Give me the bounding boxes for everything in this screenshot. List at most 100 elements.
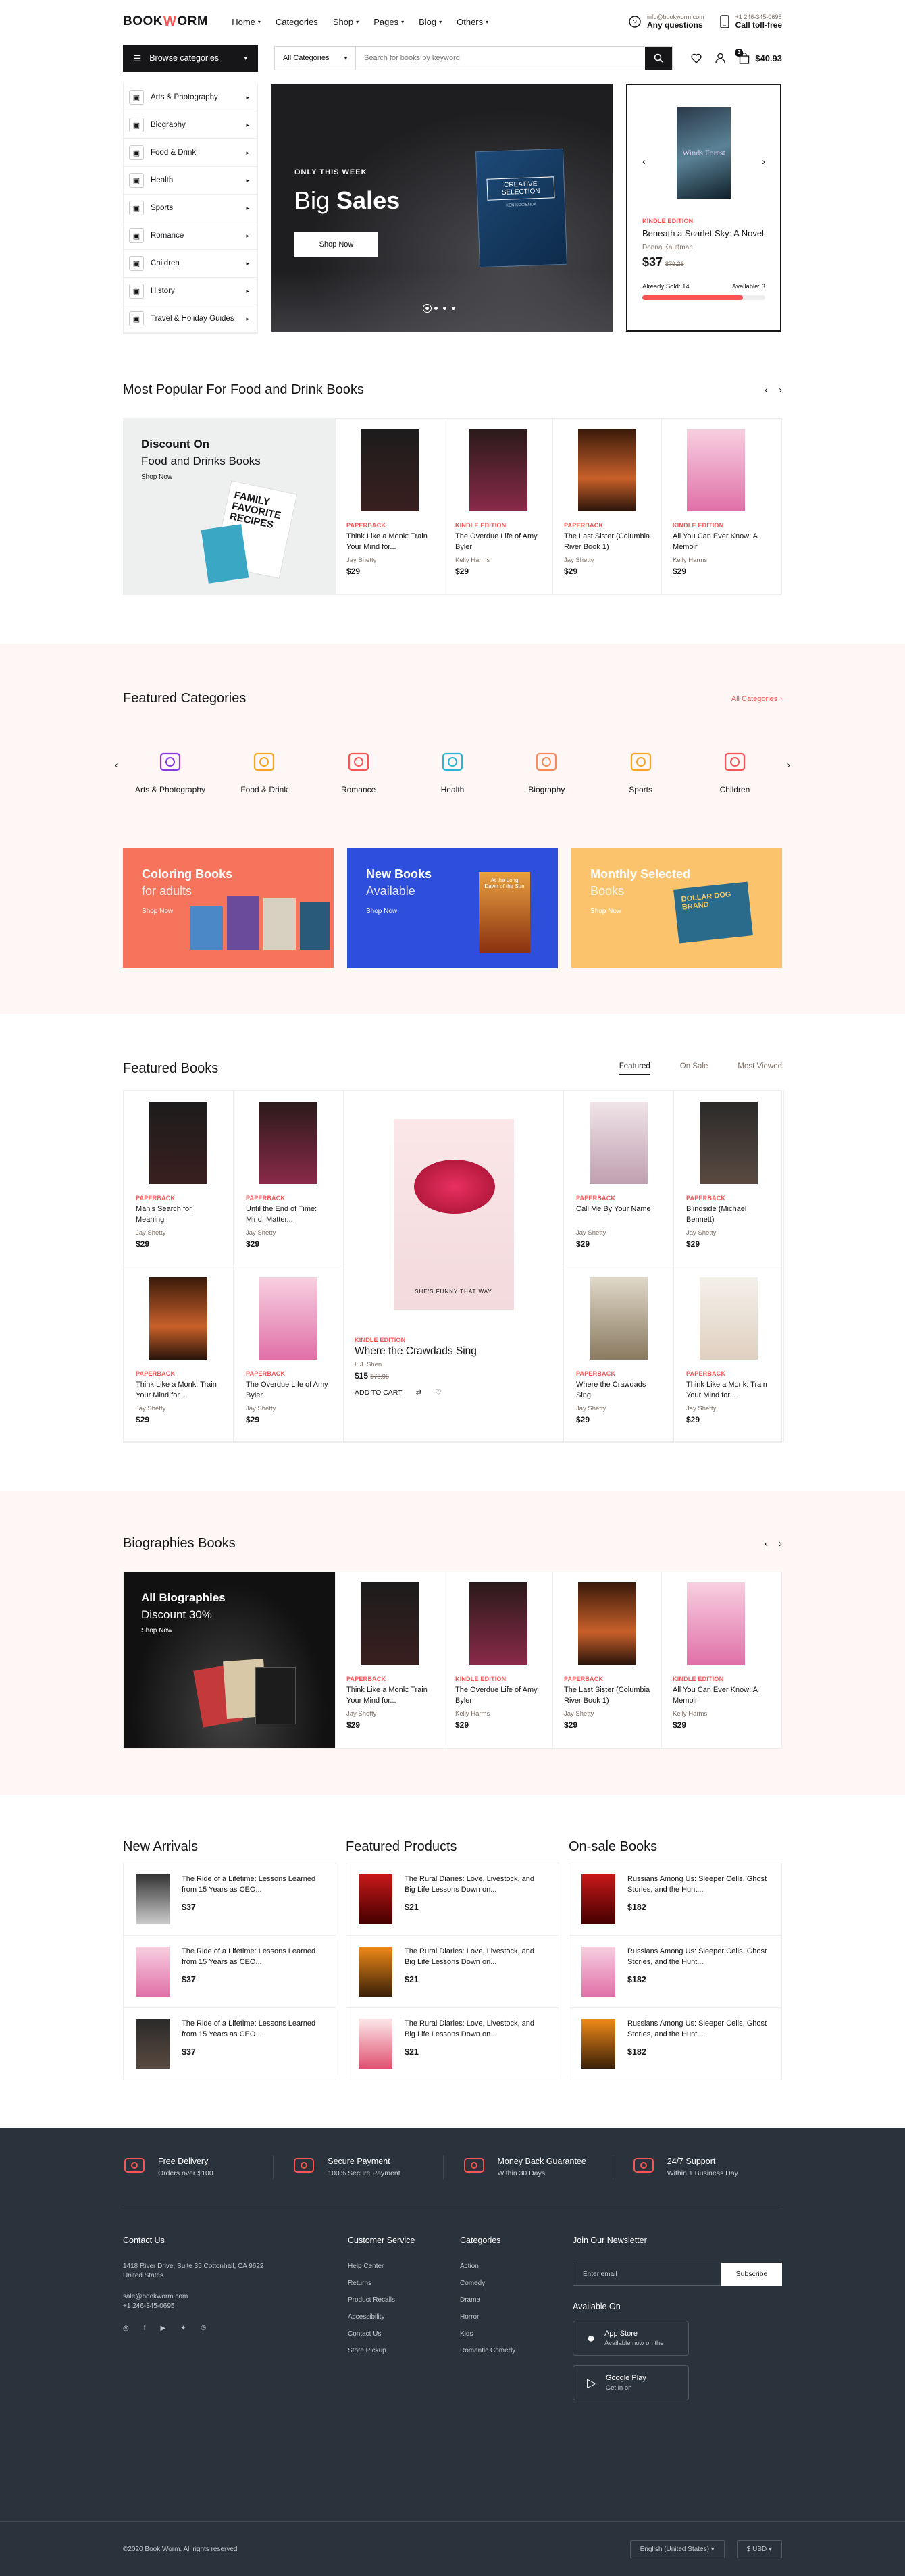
product-author[interactable]: Jay Shetty (246, 1405, 331, 1412)
book-cover-image[interactable] (259, 1102, 317, 1184)
product-author[interactable]: Jay Shetty (564, 1710, 650, 1718)
chevron-left-icon[interactable]: ‹ (765, 384, 768, 396)
product-title[interactable]: The Overdue Life of Amy Byler (455, 532, 542, 553)
book-cover-image[interactable] (361, 1582, 419, 1665)
product-card[interactable]: PAPERBACK Until the End of Time: Mind, Ma… (234, 1091, 344, 1266)
category-card[interactable]: Sports (600, 747, 681, 794)
user-icon[interactable] (715, 53, 725, 63)
category-card[interactable]: Arts & Photography (130, 747, 211, 794)
product-card[interactable]: PAPERBACK Where the Crawdads Sing Jay Shet… (564, 1266, 674, 1442)
product-title[interactable]: The Last Sister (Columbia River Book 1) (564, 1685, 650, 1707)
book-cover-image[interactable]: SHE'S FUNNY THAT WAY (393, 1119, 514, 1310)
chevron-left-icon[interactable]: ‹ (115, 759, 118, 770)
product-card[interactable]: KINDLE EDITION The Overdue Life of Amy B… (444, 1572, 552, 1748)
heart-icon[interactable]: ♡ (435, 1389, 441, 1397)
product-author[interactable]: Kelly Harms (673, 1710, 759, 1718)
footer-link[interactable]: Romantic Comedy (460, 2347, 573, 2354)
product-card[interactable]: PAPERBACK The Last Sister (Columbia Rive… (552, 1572, 661, 1748)
book-cover-image[interactable] (700, 1277, 758, 1360)
nav-pages[interactable]: Pages ▾ (373, 17, 404, 27)
product-title[interactable]: Think Like a Monk: Train Your Mind for..… (346, 532, 433, 553)
book-cover-image[interactable] (590, 1102, 648, 1184)
list-item-title[interactable]: The Rural Diaries: Love, Livestock, and … (405, 2019, 546, 2040)
nav-home[interactable]: Home ▾ (232, 17, 261, 27)
footer-link[interactable]: Accessibility (348, 2313, 460, 2321)
product-card[interactable]: PAPERBACK Think Like a Monk: Train Your … (335, 1572, 444, 1748)
pagination-dot[interactable] (443, 307, 446, 310)
book-cover-image[interactable] (149, 1102, 207, 1184)
product-author[interactable]: Jay Shetty (686, 1229, 771, 1237)
currency-select[interactable]: $ USD ▾ (736, 2540, 782, 2558)
list-item[interactable]: The Rural Diaries: Love, Livestock, and … (346, 1935, 559, 2007)
category-card[interactable]: Biography (506, 747, 587, 794)
product-title[interactable]: Where the Crawdads Sing (355, 1345, 552, 1358)
promo-tile[interactable]: Monthly Selected Books Shop Now DOLLAR DOG … (571, 848, 782, 968)
product-title[interactable]: Think Like a Monk: Train Your Mind for..… (686, 1380, 771, 1401)
browse-categories-button[interactable]: ☰ Browse categories ▾ (123, 45, 258, 72)
deal-book-cover[interactable]: Winds Forest (677, 107, 731, 199)
sidebar-item[interactable]: ▣ Arts & Photography ▸ (124, 84, 257, 111)
add-to-cart-button[interactable]: ADD TO CART (355, 1389, 403, 1397)
list-item[interactable]: The Rural Diaries: Love, Livestock, and … (346, 1863, 559, 1935)
book-cover-image[interactable] (578, 1582, 636, 1665)
popular-promo-banner[interactable]: Discount On Food and Drinks Books Shop N… (124, 419, 335, 594)
logo[interactable]: BOOK W ORM (123, 14, 208, 30)
pinterest-icon[interactable]: ℗ (201, 2325, 206, 2332)
book-cover-image[interactable] (359, 1874, 392, 1924)
sidebar-item[interactable]: ▣ Biography ▸ (124, 111, 257, 139)
product-author[interactable]: Jay Shetty (136, 1229, 221, 1237)
chevron-right-icon[interactable]: › (762, 156, 765, 167)
instagram-icon[interactable]: ◎ (123, 2325, 129, 2332)
sidebar-item[interactable]: ▣ Food & Drink ▸ (124, 139, 257, 167)
footer-email[interactable]: sale@bookworm.com (123, 2293, 348, 2300)
list-item[interactable]: Russians Among Us: Sleeper Cells, Ghost … (569, 1935, 782, 2007)
book-cover-image[interactable] (359, 2019, 392, 2069)
heart-icon[interactable] (691, 53, 702, 63)
list-item-title[interactable]: The Ride of a Lifetime: Lessons Learned … (182, 2019, 324, 2040)
chevron-left-icon[interactable]: ‹ (642, 156, 646, 167)
list-item-title[interactable]: The Ride of a Lifetime: Lessons Learned … (182, 1874, 324, 1896)
list-item[interactable]: The Ride of a Lifetime: Lessons Learned … (123, 2007, 336, 2080)
chevron-right-icon[interactable]: › (787, 759, 790, 770)
product-author[interactable]: Jay Shetty (346, 1710, 433, 1718)
product-title[interactable]: Until the End of Time: Mind, Matter... (246, 1204, 331, 1226)
pagination-dot[interactable] (434, 307, 438, 310)
list-item[interactable]: Russians Among Us: Sleeper Cells, Ghost … (569, 2007, 782, 2080)
book-cover-image[interactable] (578, 429, 636, 511)
category-card[interactable]: Health (412, 747, 493, 794)
product-author[interactable]: Jay Shetty (136, 1405, 221, 1412)
promo-shop-now-link[interactable]: Shop Now (141, 473, 317, 481)
tab-on-sale[interactable]: On Sale (680, 1062, 708, 1075)
product-card[interactable]: PAPERBACK Blindside (Michael Bennett) Jay … (674, 1091, 784, 1266)
product-title[interactable]: Call Me By Your Name (576, 1204, 661, 1226)
tab-most-viewed[interactable]: Most Viewed (738, 1062, 782, 1075)
footer-link[interactable]: Drama (460, 2296, 573, 2304)
book-cover-image[interactable] (700, 1102, 758, 1184)
chevron-right-icon[interactable]: › (779, 1538, 782, 1549)
sidebar-item[interactable]: ▣ Children ▸ (124, 250, 257, 278)
category-card[interactable]: Food & Drink (224, 747, 305, 794)
product-author[interactable]: Jay Shetty (576, 1229, 661, 1237)
deal-book-title[interactable]: Beneath a Scarlet Sky: A Novel (642, 228, 765, 240)
category-card[interactable]: Romance (318, 747, 399, 794)
book-cover-image[interactable] (359, 1947, 392, 1997)
facebook-icon[interactable]: f (144, 2325, 146, 2332)
biographies-promo-banner[interactable]: All Biographies Discount 30% Shop Now (124, 1572, 335, 1748)
youtube-icon[interactable]: ▶ (161, 2325, 166, 2332)
hero-shop-now-button[interactable]: Shop Now (294, 232, 378, 257)
category-card[interactable]: Children (694, 747, 775, 794)
language-select[interactable]: English (United States) ▾ (629, 2540, 725, 2558)
book-cover-image[interactable] (590, 1277, 648, 1360)
product-author[interactable]: Kelly Harms (455, 557, 542, 564)
footer-link[interactable]: Comedy (460, 2279, 573, 2287)
product-title[interactable]: Think Like a Monk: Train Your Mind for..… (346, 1685, 433, 1707)
product-author[interactable]: Jay Shetty (346, 557, 433, 564)
book-cover-image[interactable] (469, 429, 527, 511)
book-cover-image[interactable] (259, 1277, 317, 1360)
book-cover-image[interactable] (469, 1582, 527, 1665)
book-cover-image[interactable] (581, 1947, 615, 1997)
product-card[interactable]: KINDLE EDITION All You Can Ever Know: A … (661, 1572, 770, 1748)
cart-button[interactable]: 3 $40.93 (735, 48, 782, 64)
product-title[interactable]: All You Can Ever Know: A Memoir (673, 1685, 759, 1707)
search-input[interactable] (356, 47, 645, 70)
